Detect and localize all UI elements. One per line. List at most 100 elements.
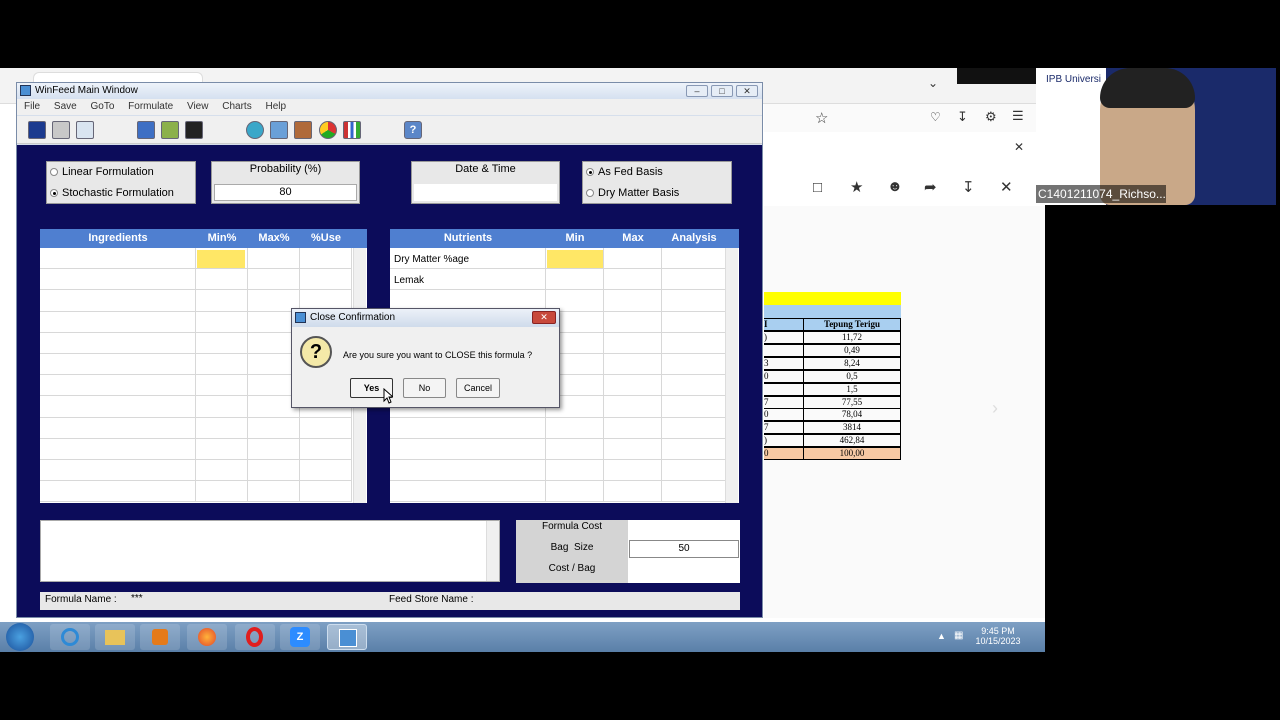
pie-chart-icon[interactable] bbox=[319, 121, 337, 139]
grid-cell[interactable] bbox=[604, 354, 662, 376]
grid-cell[interactable] bbox=[604, 311, 662, 333]
grid-cell[interactable] bbox=[604, 396, 662, 418]
help-icon[interactable]: ? bbox=[404, 121, 422, 139]
grid-cell[interactable] bbox=[604, 481, 662, 503]
grid-cell[interactable] bbox=[196, 438, 248, 460]
grid-cell[interactable] bbox=[546, 269, 604, 291]
grid-cell[interactable] bbox=[390, 417, 546, 439]
grid-cell[interactable] bbox=[196, 290, 248, 312]
menu-view[interactable]: View bbox=[187, 101, 209, 112]
grid-cell[interactable] bbox=[196, 332, 248, 354]
nutrients-selected-cell[interactable] bbox=[547, 250, 603, 268]
grid-icon[interactable] bbox=[185, 121, 203, 139]
radio-as-fed[interactable] bbox=[586, 168, 594, 176]
bag-size-input[interactable]: 50 bbox=[629, 540, 739, 558]
grid-cell[interactable] bbox=[40, 311, 196, 333]
internet-explorer-icon[interactable] bbox=[50, 624, 90, 650]
comment-icon[interactable]: □ bbox=[813, 179, 822, 196]
stochastic-formulation-option[interactable]: Stochastic Formulation bbox=[50, 187, 174, 199]
grid-cell[interactable] bbox=[248, 481, 300, 503]
grid-cell[interactable] bbox=[40, 438, 196, 460]
grid-cell[interactable] bbox=[546, 438, 604, 460]
grid-cell[interactable] bbox=[390, 481, 546, 503]
opera-icon[interactable] bbox=[235, 624, 275, 650]
ingredients-selected-cell[interactable] bbox=[197, 250, 245, 268]
grid-cell[interactable] bbox=[196, 460, 248, 482]
grid-cell[interactable] bbox=[662, 290, 726, 312]
grid-cell[interactable] bbox=[662, 269, 726, 291]
menu-help[interactable]: Help bbox=[265, 101, 286, 112]
dialog-close-button[interactable]: ✕ bbox=[532, 311, 556, 324]
bar-chart-icon[interactable] bbox=[343, 121, 361, 139]
download-icon[interactable]: ↧ bbox=[957, 109, 968, 125]
grid-cell[interactable] bbox=[40, 290, 196, 312]
tray-chevron-icon[interactable]: ▲ bbox=[937, 631, 946, 641]
pocket-icon[interactable]: ♡ bbox=[930, 110, 941, 124]
grid-cell[interactable] bbox=[40, 417, 196, 439]
minimize-button[interactable]: – bbox=[686, 85, 708, 97]
grid-cell[interactable] bbox=[604, 332, 662, 354]
grid-cell[interactable] bbox=[662, 438, 726, 460]
grid-cell[interactable] bbox=[662, 460, 726, 482]
list-icon[interactable] bbox=[270, 121, 288, 139]
grid-cell[interactable] bbox=[196, 375, 248, 397]
grid-cell[interactable] bbox=[248, 269, 300, 291]
grid-cell[interactable] bbox=[300, 481, 352, 503]
grid-cell[interactable] bbox=[40, 354, 196, 376]
grid-cell[interactable] bbox=[604, 460, 662, 482]
refresh-icon[interactable] bbox=[246, 121, 264, 139]
grid-cell[interactable] bbox=[662, 481, 726, 503]
document-icon[interactable] bbox=[52, 121, 70, 139]
radio-linear[interactable] bbox=[50, 168, 58, 176]
grid-cell[interactable] bbox=[662, 332, 726, 354]
print-icon[interactable] bbox=[76, 121, 94, 139]
menu-goto[interactable]: GoTo bbox=[90, 101, 114, 112]
formulate-icon[interactable] bbox=[137, 121, 155, 139]
chevron-right-icon[interactable]: › bbox=[992, 398, 998, 419]
grid-cell[interactable] bbox=[40, 248, 196, 270]
probability-input[interactable]: 80 bbox=[214, 184, 357, 201]
cancel-button[interactable]: Cancel bbox=[456, 378, 500, 398]
grid-cell[interactable] bbox=[300, 248, 352, 270]
grid-cell[interactable] bbox=[196, 481, 248, 503]
grid-cell[interactable] bbox=[604, 438, 662, 460]
grid-cell[interactable] bbox=[300, 460, 352, 482]
zoom-icon[interactable]: Z bbox=[280, 624, 320, 650]
grid-cell[interactable] bbox=[662, 354, 726, 376]
grid-cell[interactable] bbox=[546, 481, 604, 503]
radio-dry-matter[interactable] bbox=[586, 189, 594, 197]
grid-cell[interactable] bbox=[40, 332, 196, 354]
radio-stochastic[interactable] bbox=[50, 189, 58, 197]
dry-matter-basis-option[interactable]: Dry Matter Basis bbox=[586, 187, 679, 199]
grid-cell[interactable] bbox=[40, 269, 196, 291]
emoji-icon[interactable]: ☻ bbox=[887, 178, 903, 195]
grid-cell[interactable] bbox=[546, 460, 604, 482]
grid-cell[interactable] bbox=[662, 396, 726, 418]
grid-cell[interactable] bbox=[248, 248, 300, 270]
winfeed-taskbar-icon[interactable] bbox=[327, 624, 367, 650]
notes-textarea[interactable] bbox=[40, 520, 500, 582]
linear-formulation-option[interactable]: Linear Formulation bbox=[50, 166, 154, 178]
grid-cell[interactable] bbox=[248, 438, 300, 460]
star-icon[interactable]: ☆ bbox=[815, 109, 828, 127]
grid-cell[interactable] bbox=[604, 417, 662, 439]
save-icon[interactable] bbox=[28, 121, 46, 139]
nutrients-scrollbar[interactable] bbox=[725, 248, 738, 503]
grid-cell[interactable] bbox=[300, 417, 352, 439]
grid-cell[interactable] bbox=[662, 248, 726, 270]
chevron-down-icon[interactable]: ⌄ bbox=[928, 76, 938, 90]
menu-file[interactable]: File bbox=[24, 101, 40, 112]
grid-cell[interactable] bbox=[196, 269, 248, 291]
grid-cell[interactable] bbox=[40, 396, 196, 418]
close-icon[interactable]: ✕ bbox=[1000, 178, 1013, 196]
as-fed-basis-option[interactable]: As Fed Basis bbox=[586, 166, 663, 178]
media-player-icon[interactable] bbox=[140, 624, 180, 650]
extensions-icon[interactable]: ⚙ bbox=[985, 109, 997, 125]
grid-cell[interactable] bbox=[40, 375, 196, 397]
grid-cell[interactable] bbox=[196, 354, 248, 376]
file-explorer-icon[interactable] bbox=[95, 624, 135, 650]
edit-icon[interactable] bbox=[161, 121, 179, 139]
menu-formulate[interactable]: Formulate bbox=[128, 101, 173, 112]
notes-scrollbar[interactable] bbox=[486, 521, 499, 581]
grid-cell[interactable] bbox=[604, 375, 662, 397]
